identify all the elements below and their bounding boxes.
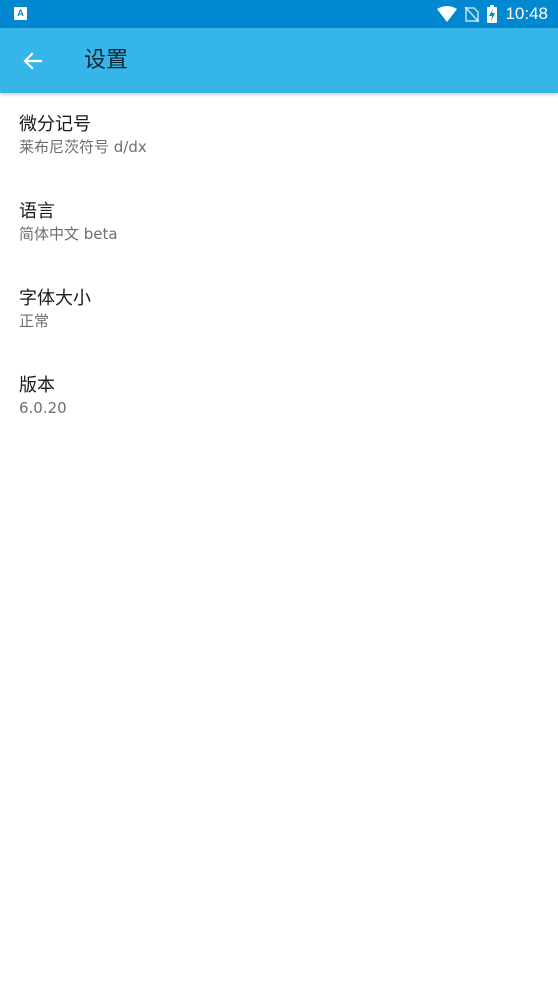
- setting-language[interactable]: 语言 简体中文 beta: [0, 180, 558, 267]
- setting-title: 字体大小: [19, 288, 91, 309]
- setting-title: 版本: [19, 375, 55, 396]
- setting-font-size[interactable]: 字体大小 正常: [0, 267, 558, 354]
- page-title: 设置: [84, 48, 129, 73]
- status-icons: 10:48: [437, 0, 548, 28]
- setting-title: 微分记号: [19, 114, 91, 135]
- setting-version[interactable]: 版本 6.0.20: [0, 354, 558, 441]
- setting-value: 莱布尼茨符号 d/dx: [19, 138, 147, 156]
- setting-value: 6.0.20: [19, 399, 67, 417]
- settings-list: 微分记号 莱布尼茨符号 d/dx 语言 简体中文 beta 字体大小 正常 版本…: [0, 93, 558, 441]
- battery-charging-icon: [487, 5, 498, 23]
- status-bar: A 10:48: [0, 0, 558, 28]
- status-time: 10:48: [505, 4, 548, 23]
- setting-value: 简体中文 beta: [19, 225, 118, 243]
- setting-value: 正常: [19, 312, 50, 330]
- back-button[interactable]: [12, 40, 54, 82]
- setting-title: 语言: [19, 201, 55, 222]
- wifi-icon: [437, 6, 458, 22]
- arrow-left-icon: [23, 52, 43, 70]
- no-sim-icon: [465, 6, 480, 22]
- app-notification-letter: A: [17, 8, 24, 18]
- app-notification-icon: A: [14, 7, 27, 20]
- setting-differential-notation[interactable]: 微分记号 莱布尼茨符号 d/dx: [0, 93, 558, 180]
- app-bar: 设置: [0, 28, 558, 93]
